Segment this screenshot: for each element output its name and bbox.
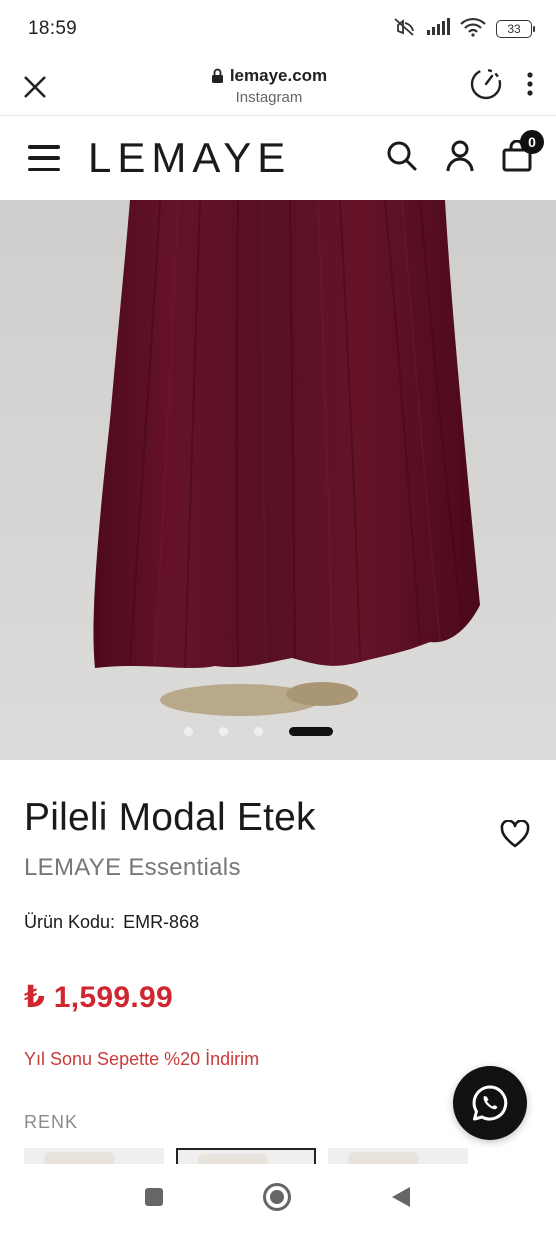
lock-icon (211, 69, 223, 84)
more-vert-icon (527, 72, 533, 96)
gallery-dot[interactable] (253, 726, 263, 736)
favorite-button[interactable] (500, 819, 530, 853)
back-button[interactable] (390, 1185, 412, 1214)
status-time: 18:59 (28, 18, 78, 39)
color-label: RENK (24, 1112, 79, 1132)
product-price: ₺ 1,599.99 (24, 981, 173, 1014)
gallery-dot[interactable] (218, 726, 228, 736)
cart-button[interactable]: 0 (502, 129, 544, 177)
browser-actions (468, 66, 556, 107)
product-brand[interactable]: LEMAYE Essentials (24, 854, 241, 882)
product-image-gallery[interactable] (0, 200, 556, 760)
mute-icon (392, 16, 416, 43)
gallery-dot-active[interactable] (288, 726, 333, 736)
product-code-label: Ürün Kodu: (24, 912, 116, 932)
close-icon (24, 75, 46, 98)
signal-icon (426, 17, 450, 41)
wifi-icon (460, 17, 486, 42)
battery-icon: 33 (496, 20, 535, 38)
promo-text: Yıl Sonu Sepette %20 İndirim (24, 1049, 260, 1069)
gallery-pagination (0, 723, 556, 739)
whatsapp-button[interactable] (453, 1066, 527, 1140)
url-subtitle: Instagram (235, 88, 303, 106)
site-logo[interactable]: LEMAYE (88, 134, 291, 182)
product-image (0, 200, 556, 760)
recent-apps-icon (145, 1187, 163, 1206)
status-bar: 18:59 33 (0, 0, 556, 58)
speed-button[interactable] (468, 66, 504, 107)
account-button[interactable] (446, 140, 474, 177)
back-icon (392, 1186, 410, 1207)
search-button[interactable] (386, 140, 418, 177)
status-icons: 33 (392, 16, 535, 43)
heart-icon (500, 819, 530, 848)
more-options-button[interactable] (526, 71, 534, 102)
url-block[interactable]: lemaye.com Instagram (70, 66, 468, 106)
product-title: Pileli Modal Etek (24, 796, 316, 839)
whatsapp-icon (472, 1085, 508, 1121)
site-header: LEMAYE 0 (0, 116, 556, 200)
header-actions: 0 (386, 129, 544, 177)
user-icon (446, 140, 474, 171)
system-nav-bar (0, 1164, 556, 1234)
gallery-dot[interactable] (183, 726, 193, 736)
url-line: lemaye.com (70, 66, 468, 86)
browser-bar: lemaye.com Instagram (0, 58, 556, 116)
recent-apps-button[interactable] (144, 1187, 164, 1212)
menu-icon[interactable] (28, 145, 60, 171)
close-button[interactable] (0, 58, 70, 116)
search-icon (387, 141, 417, 170)
url-text: lemaye.com (229, 66, 328, 86)
home-icon (263, 1182, 291, 1211)
product-code: Ürün Kodu: EMR-868 (24, 912, 199, 933)
speed-icon (470, 68, 502, 100)
home-button[interactable] (262, 1182, 292, 1217)
cart-badge: 0 (520, 129, 544, 154)
product-code-value: EMR-868 (123, 912, 200, 932)
